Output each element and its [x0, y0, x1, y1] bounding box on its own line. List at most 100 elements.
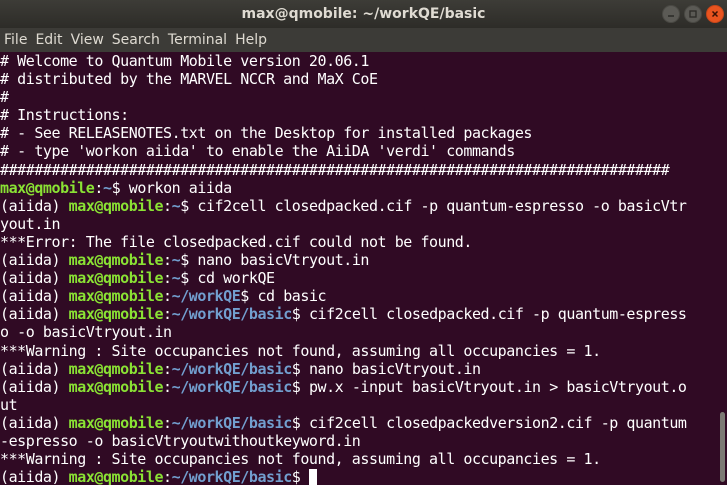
terminal-output[interactable]: # Welcome to Quantum Mobile version 20.0…	[0, 52, 719, 485]
terminal-line: yout.in	[0, 215, 719, 233]
terminal-text: :	[163, 305, 172, 324]
terminal-text: o -o basicVtryout.in	[0, 323, 172, 342]
menu-file[interactable]: File	[0, 28, 27, 52]
terminal-text: $ cd workQE	[180, 269, 275, 288]
terminal-text: $ nano basicVtryout.in	[291, 359, 481, 378]
terminal-line: # Instructions:	[0, 106, 719, 124]
terminal-text: $ cd basic	[240, 287, 327, 306]
terminal-text: ***Error: The file closedpacked.cif coul…	[0, 232, 472, 251]
maximize-button[interactable]	[684, 5, 702, 23]
terminal-text: :	[163, 468, 172, 485]
terminal-text: (aiida)	[0, 196, 69, 215]
menu-terminal[interactable]: Terminal	[164, 28, 227, 52]
menu-bar: File Edit View Search Terminal Help	[0, 28, 727, 52]
terminal-line: ***Error: The file closedpacked.cif coul…	[0, 233, 719, 251]
terminal-text: yout.in	[0, 214, 61, 233]
terminal-text: (aiida)	[0, 468, 69, 485]
scrollbar-thumb[interactable]	[720, 412, 725, 482]
prompt-path: ~/workQE/basic	[171, 305, 293, 324]
terminal-text: ***Warning : Site occupancies not found,…	[0, 450, 601, 469]
terminal-text: ***Warning : Site occupancies not found,…	[0, 341, 601, 360]
terminal-line: # distributed by the MARVEL NCCR and MaX…	[0, 70, 719, 88]
terminal-text: $ cif2cell closedpacked.cif -p quantum-e…	[180, 196, 687, 215]
terminal-line: # - type 'workon aiida' to enable the Ai…	[0, 142, 719, 160]
terminal-window: max@qmobile: ~/workQE/basic File Edit Vi…	[0, 0, 727, 485]
menu-view[interactable]: View	[67, 28, 104, 52]
terminal-line: (aiida) max@qmobile:~$ nano basicVtryout…	[0, 251, 719, 269]
terminal-line: ***Warning : Site occupancies not found,…	[0, 342, 719, 360]
terminal-line: ########################################…	[0, 161, 719, 179]
scrollbar[interactable]	[719, 52, 727, 485]
terminal-text: (aiida)	[0, 305, 69, 324]
text-cursor	[308, 469, 317, 485]
terminal-text: (aiida)	[0, 287, 69, 306]
terminal-line: (aiida) max@qmobile:~/workQE/basic$ nano…	[0, 360, 719, 378]
prompt-path: ~/workQE/basic	[171, 468, 293, 485]
prompt-path: ~/workQE/basic	[171, 413, 293, 432]
terminal-text: $	[291, 468, 309, 485]
prompt-host: max@qmobile	[68, 468, 164, 485]
prompt-host: max@qmobile	[68, 305, 164, 324]
prompt-host: max@qmobile	[68, 377, 164, 396]
menu-help[interactable]: Help	[231, 28, 267, 52]
terminal-text: (aiida)	[0, 269, 69, 288]
window-title: max@qmobile: ~/workQE/basic	[241, 6, 486, 22]
terminal-line: (aiida) max@qmobile:~/workQE$ cd basic	[0, 287, 719, 305]
terminal-line: (aiida) max@qmobile:~/workQE/basic$ cif2…	[0, 305, 719, 323]
terminal-line: # Welcome to Quantum Mobile version 20.0…	[0, 52, 719, 70]
terminal-text: $ cif2cell closedpacked.cif -p quantum-e…	[291, 305, 687, 324]
terminal-line: (aiida) max@qmobile:~/workQE/basic$ cif2…	[0, 414, 719, 432]
terminal-text: :	[163, 251, 172, 270]
terminal-text: (aiida)	[0, 251, 69, 270]
close-button[interactable]	[706, 5, 724, 23]
prompt-path: ~/workQE/basic	[171, 377, 293, 396]
prompt-host: max@qmobile	[0, 178, 95, 197]
terminal-text: (aiida)	[0, 413, 69, 432]
terminal-text: $ workon aiida	[111, 178, 233, 197]
prompt-host: max@qmobile	[68, 287, 164, 306]
terminal-text: # distributed by the MARVEL NCCR and MaX…	[0, 70, 378, 89]
terminal-line: (aiida) max@qmobile:~$ cif2cell closedpa…	[0, 197, 719, 215]
terminal-text: $ nano basicVtryout.in	[180, 251, 370, 270]
prompt-path: ~	[171, 196, 181, 215]
terminal-text: (aiida)	[0, 377, 69, 396]
terminal-text: :	[163, 377, 172, 396]
terminal-line: o -o basicVtryout.in	[0, 323, 719, 341]
terminal-text: :	[94, 178, 103, 197]
terminal-text: $ pw.x -input basicVtryout.in > basicVtr…	[291, 377, 687, 396]
terminal-text: :	[163, 269, 172, 288]
terminal-text: (aiida)	[0, 359, 69, 378]
terminal-text: -espresso -o basicVtryoutwithoutkeyword.…	[0, 431, 361, 450]
window-controls	[662, 5, 724, 23]
maximize-icon	[689, 10, 697, 18]
prompt-host: max@qmobile	[68, 413, 164, 432]
prompt-path: ~	[171, 269, 181, 288]
terminal-line: ut	[0, 396, 719, 414]
prompt-path: ~/workQE/basic	[171, 359, 293, 378]
prompt-path: ~/workQE	[171, 287, 241, 306]
terminal-line: max@qmobile:~$ workon aiida	[0, 179, 719, 197]
minimize-icon	[668, 15, 674, 17]
terminal-text: # - See RELEASENOTES.txt on the Desktop …	[0, 124, 533, 143]
title-bar[interactable]: max@qmobile: ~/workQE/basic	[0, 0, 727, 28]
terminal-line: # - See RELEASENOTES.txt on the Desktop …	[0, 124, 719, 142]
terminal-line: (aiida) max@qmobile:~/workQE/basic$	[0, 468, 719, 485]
terminal-line: (aiida) max@qmobile:~$ cd workQE	[0, 269, 719, 287]
terminal-text: :	[163, 359, 172, 378]
terminal-text: # - type 'workon aiida' to enable the Ai…	[0, 142, 515, 161]
terminal-text: $ cif2cell closedpackedversion2.cif -p q…	[291, 413, 687, 432]
minimize-button[interactable]	[662, 5, 680, 23]
terminal-text: ########################################…	[0, 160, 670, 179]
terminal-text: :	[163, 413, 172, 432]
terminal-line: #	[0, 88, 719, 106]
terminal-line: (aiida) max@qmobile:~/workQE/basic$ pw.x…	[0, 378, 719, 396]
menu-search[interactable]: Search	[108, 28, 160, 52]
terminal-text: # Welcome to Quantum Mobile version 20.0…	[0, 52, 369, 70]
terminal-line: ***Warning : Site occupancies not found,…	[0, 450, 719, 468]
terminal-text: # Instructions:	[0, 106, 129, 125]
terminal-text: ut	[0, 395, 18, 414]
prompt-host: max@qmobile	[68, 269, 164, 288]
prompt-path: ~	[171, 251, 181, 270]
menu-edit[interactable]: Edit	[31, 28, 62, 52]
close-icon	[711, 10, 719, 18]
